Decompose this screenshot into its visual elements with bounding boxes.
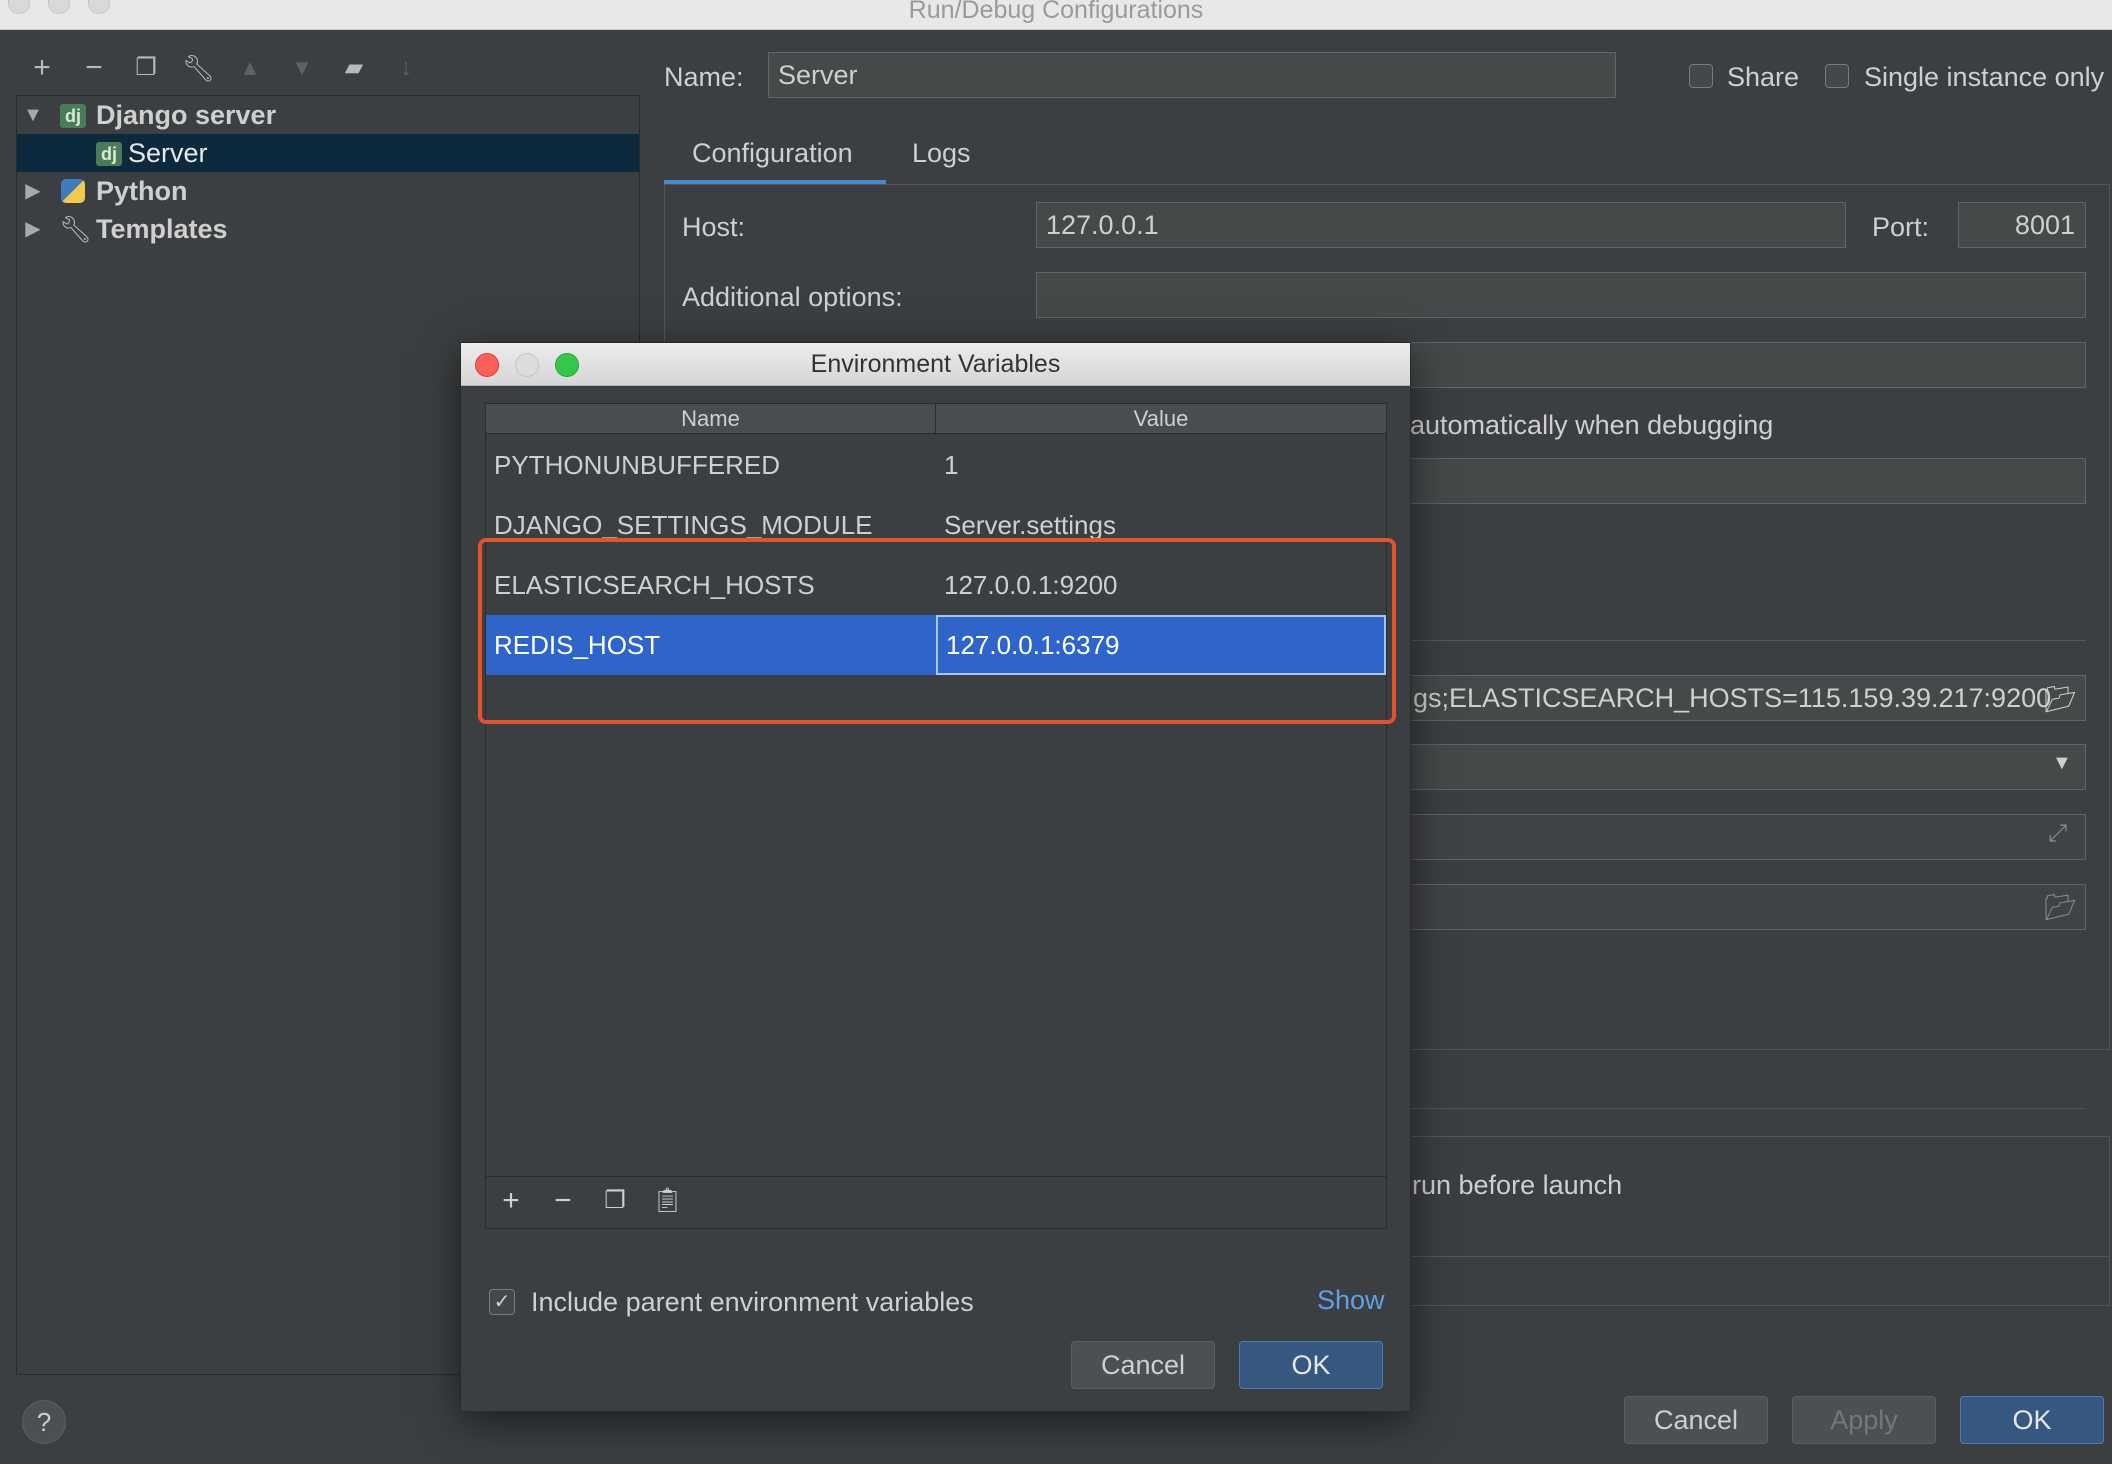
tree-label: Templates — [96, 214, 228, 244]
folder-icon[interactable]: 📂︎ — [2044, 684, 2077, 715]
single-instance-checkbox[interactable] — [1825, 64, 1849, 88]
include-parent-checkbox[interactable]: ✓ — [489, 1289, 515, 1315]
add-icon[interactable]: + — [26, 52, 58, 84]
toolbar-separator — [486, 1176, 1386, 1177]
tab-configuration[interactable]: Configuration — [692, 138, 853, 169]
env-vars-value: gs;ELASTICSEARCH_HOSTS=115.159.39.217:92… — [1413, 683, 2052, 713]
expand-arrow-icon[interactable]: ▼ — [23, 96, 43, 134]
move-up-icon[interactable]: ▲ — [234, 52, 266, 84]
window-title: Run/Debug Configurations — [908, 0, 1204, 24]
env-value-cell[interactable]: 1 — [936, 435, 1386, 495]
env-vars-table: Name Value PYTHONUNBUFFERED 1 DJANGO_SET… — [485, 403, 1387, 1229]
show-link[interactable]: Show — [1317, 1285, 1385, 1316]
zoom-dialog-icon[interactable] — [555, 353, 579, 377]
apply-button[interactable]: Apply — [1792, 1396, 1936, 1444]
help-button[interactable]: ? — [22, 1400, 66, 1444]
port-input[interactable]: 8001 — [1958, 202, 2086, 248]
env-name-cell[interactable]: PYTHONUNBUFFERED — [486, 435, 936, 495]
django-icon: dj — [60, 104, 86, 128]
tree-item-django-server[interactable]: ▼ dj Django server — [17, 96, 639, 134]
host-label: Host: — [682, 212, 746, 242]
chevron-down-icon[interactable]: ▼ — [2052, 752, 2072, 775]
remove-icon[interactable]: − — [548, 1186, 578, 1216]
django-icon: dj — [96, 142, 122, 166]
include-parent-label: Include parent environment variables — [531, 1287, 974, 1317]
python-icon — [61, 179, 85, 203]
additional-options-input[interactable] — [1036, 272, 2086, 318]
tab-logs[interactable]: Logs — [912, 138, 971, 169]
collapsed-arrow-icon[interactable]: ▶ — [23, 210, 43, 248]
tree-label: Django server — [96, 100, 277, 130]
wrench-icon[interactable]: 🔧︎ — [182, 52, 215, 84]
close-window-icon[interactable] — [8, 0, 30, 14]
column-header-value[interactable]: Value — [936, 404, 1386, 434]
tree-item-templates[interactable]: ▶ 🔧︎ Templates — [17, 210, 639, 248]
cancel-button[interactable]: Cancel — [1624, 1396, 1768, 1444]
zoom-window-icon[interactable] — [88, 0, 110, 14]
environment-variables-dialog: Environment Variables Name Value PYTHONU… — [460, 342, 1411, 1412]
new-folder-icon[interactable]: ▰ — [338, 52, 370, 84]
dialog-title: Environment Variables — [810, 350, 1061, 378]
copy-icon[interactable]: ❐ — [600, 1186, 630, 1216]
tree-label: Python — [96, 176, 188, 206]
single-instance-label: Single instance only — [1864, 62, 2105, 92]
collapsed-arrow-icon[interactable]: ▶ — [23, 172, 43, 210]
dialog-cancel-button[interactable]: Cancel — [1071, 1341, 1215, 1389]
tree-label: Server — [128, 138, 208, 168]
tree-item-python[interactable]: ▶ Python — [17, 172, 639, 210]
host-input[interactable]: 127.0.0.1 — [1036, 202, 1846, 248]
name-input[interactable]: Server — [768, 52, 1616, 98]
debug-option-text: automatically when debugging — [1410, 410, 1774, 440]
highlight-annotation-box — [478, 538, 1396, 724]
dialog-title-bar: Environment Variables — [461, 343, 1410, 386]
remove-icon[interactable]: − — [78, 52, 110, 84]
minimize-window-icon[interactable] — [48, 0, 70, 14]
paste-icon[interactable]: 📋︎ — [652, 1186, 682, 1216]
copy-icon[interactable]: ❐ — [130, 52, 162, 84]
wrench-icon: 🔧︎ — [59, 214, 93, 244]
share-checkbox[interactable] — [1689, 64, 1713, 88]
minimize-dialog-icon[interactable] — [515, 353, 539, 377]
share-label: Share — [1727, 62, 1800, 92]
sort-icon[interactable]: ↓ — [390, 52, 422, 84]
dialog-ok-button[interactable]: OK — [1239, 1341, 1383, 1389]
additional-options-label: Additional options: — [682, 282, 903, 312]
ok-button[interactable]: OK — [1960, 1396, 2104, 1444]
folder-icon[interactable]: 📂︎ — [2044, 892, 2077, 923]
close-dialog-icon[interactable] — [475, 353, 499, 377]
table-row[interactable]: PYTHONUNBUFFERED 1 — [486, 435, 1386, 495]
window-title-bar: Run/Debug Configurations — [0, 0, 2112, 30]
tree-item-server[interactable]: dj Server — [17, 134, 639, 172]
port-label: Port: — [1872, 212, 1930, 242]
move-down-icon[interactable]: ▼ — [286, 52, 318, 84]
name-label: Name: — [664, 62, 744, 92]
expand-icon[interactable]: ⤢ — [2048, 820, 2067, 848]
before-launch-text: run before launch — [1412, 1170, 1623, 1200]
add-icon[interactable]: + — [496, 1186, 526, 1216]
column-header-name[interactable]: Name — [486, 404, 936, 434]
